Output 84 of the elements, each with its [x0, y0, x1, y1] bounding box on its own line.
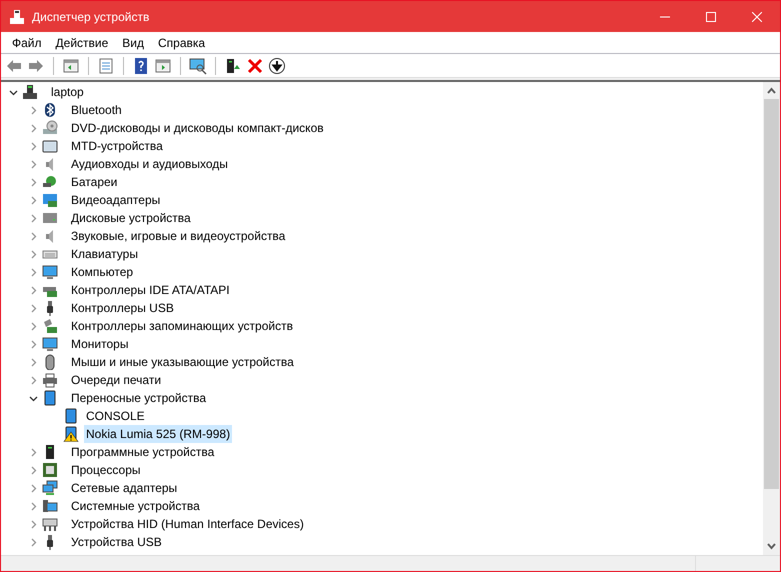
- tree-item[interactable]: MTD-устройства: [69, 137, 165, 155]
- scrollbar[interactable]: [763, 82, 780, 555]
- menu-item[interactable]: Файл: [5, 32, 49, 52]
- tree-item[interactable]: Мониторы: [69, 335, 130, 353]
- expand-chevron-icon[interactable]: [29, 106, 38, 114]
- action-pane-icon[interactable]: [154, 56, 172, 74]
- tree-item[interactable]: Дисковые устройства: [69, 209, 193, 227]
- download-circle-icon[interactable]: [268, 56, 286, 74]
- expand-chevron-icon[interactable]: [29, 502, 38, 510]
- expand-chevron-icon[interactable]: [29, 484, 38, 492]
- computer-icon: [9, 8, 25, 24]
- disc-drive-icon: [42, 120, 58, 136]
- device-frame-icon: [42, 138, 58, 154]
- display-adapter-icon: [42, 192, 58, 208]
- expand-chevron-icon[interactable]: [29, 142, 38, 150]
- expand-chevron-icon[interactable]: [29, 196, 38, 204]
- hard-drive-icon: [42, 210, 58, 226]
- menu-item[interactable]: Справка: [151, 32, 212, 52]
- tree-item[interactable]: Устройства USB: [69, 533, 164, 551]
- tree-item[interactable]: Контроллеры запоминающих устройств: [69, 317, 295, 335]
- scroll-thumb[interactable]: [764, 99, 779, 489]
- console-tree-icon[interactable]: [62, 56, 80, 74]
- tree-item[interactable]: Аудиовходы и аудиовыходы: [69, 155, 230, 173]
- battery-plug-icon: [42, 174, 58, 190]
- expand-chevron-icon[interactable]: [29, 250, 38, 258]
- close-icon: [752, 12, 762, 22]
- expand-chevron-icon[interactable]: [29, 376, 38, 384]
- system-device-icon: [42, 498, 58, 514]
- expand-chevron-icon[interactable]: [29, 538, 38, 546]
- tree-item[interactable]: Клавиатуры: [69, 245, 140, 263]
- tree-item[interactable]: Звуковые, игровые и видеоустройства: [69, 227, 288, 245]
- expand-chevron-icon[interactable]: [29, 178, 38, 186]
- expand-chevron-icon[interactable]: [29, 232, 38, 240]
- expand-chevron-icon[interactable]: [29, 124, 38, 132]
- monitor-icon: [42, 264, 58, 280]
- tree-item[interactable]: Компьютер: [69, 263, 136, 281]
- delete-icon[interactable]: [246, 56, 264, 74]
- hid-keyboard-icon: [42, 516, 58, 532]
- storage-controller-icon: [42, 318, 58, 334]
- tree-item[interactable]: Мыши и иные указывающие устройства: [69, 353, 296, 371]
- tree-item[interactable]: Системные устройства: [69, 497, 202, 515]
- tree-item[interactable]: Контроллеры IDE ATA/ATAPI: [69, 281, 232, 299]
- portable-device-icon: [42, 390, 58, 406]
- expand-chevron-icon[interactable]: [29, 214, 38, 222]
- expand-chevron-icon[interactable]: [29, 358, 38, 366]
- expand-chevron-icon[interactable]: [29, 286, 38, 294]
- tree-item[interactable]: Сетевые адаптеры: [69, 479, 180, 497]
- properties-icon[interactable]: [97, 56, 115, 74]
- expand-chevron-icon[interactable]: [29, 520, 38, 528]
- expand-chevron-icon[interactable]: [29, 268, 38, 276]
- expand-chevron-icon[interactable]: [29, 160, 38, 168]
- computer-icon: [22, 84, 38, 100]
- tree-item[interactable]: Устройства HID (Human Interface Devices): [69, 515, 306, 533]
- expand-chevron-icon[interactable]: [29, 304, 38, 312]
- expand-chevron-icon[interactable]: [29, 448, 38, 456]
- menu-item[interactable]: Действие: [48, 32, 116, 52]
- tree-item[interactable]: Переносные устройства: [69, 389, 208, 407]
- scan-monitor-icon[interactable]: [189, 56, 207, 74]
- tree-item[interactable]: Процессоры: [69, 461, 142, 479]
- tree-item[interactable]: Контроллеры USB: [69, 299, 176, 317]
- printer-icon: [42, 372, 58, 388]
- tree-item[interactable]: Видеоадаптеры: [69, 191, 162, 209]
- tree-item[interactable]: Батареи: [69, 173, 120, 191]
- maximize-icon: [706, 12, 716, 22]
- update-driver-icon[interactable]: [224, 56, 242, 74]
- tree-item[interactable]: Очереди печати: [69, 371, 164, 389]
- expand-chevron-icon[interactable]: [29, 322, 38, 330]
- collapse-chevron-icon[interactable]: [9, 88, 18, 96]
- menu-item[interactable]: Вид: [115, 32, 151, 52]
- processor-chip-icon: [42, 462, 58, 478]
- bluetooth-icon: [42, 102, 58, 118]
- tree-item[interactable]: laptop: [49, 83, 86, 101]
- tree-item[interactable]: Bluetooth: [69, 101, 124, 119]
- tree-item[interactable]: DVD-дисководы и дисководы компакт-дисков: [69, 119, 326, 137]
- help-icon[interactable]: [132, 56, 150, 74]
- window-title: Диспетчер устройств: [32, 8, 150, 26]
- collapse-chevron-icon[interactable]: [29, 394, 38, 402]
- tree-item[interactable]: CONSOLE: [84, 407, 147, 425]
- monitor-icon: [42, 336, 58, 352]
- expand-chevron-icon[interactable]: [29, 466, 38, 474]
- tree-item[interactable]: Программные устройства: [69, 443, 216, 461]
- tree-item[interactable]: Nokia Lumia 525 (RM-998): [84, 425, 232, 443]
- network-icon: [42, 480, 58, 496]
- expand-chevron-icon[interactable]: [29, 340, 38, 348]
